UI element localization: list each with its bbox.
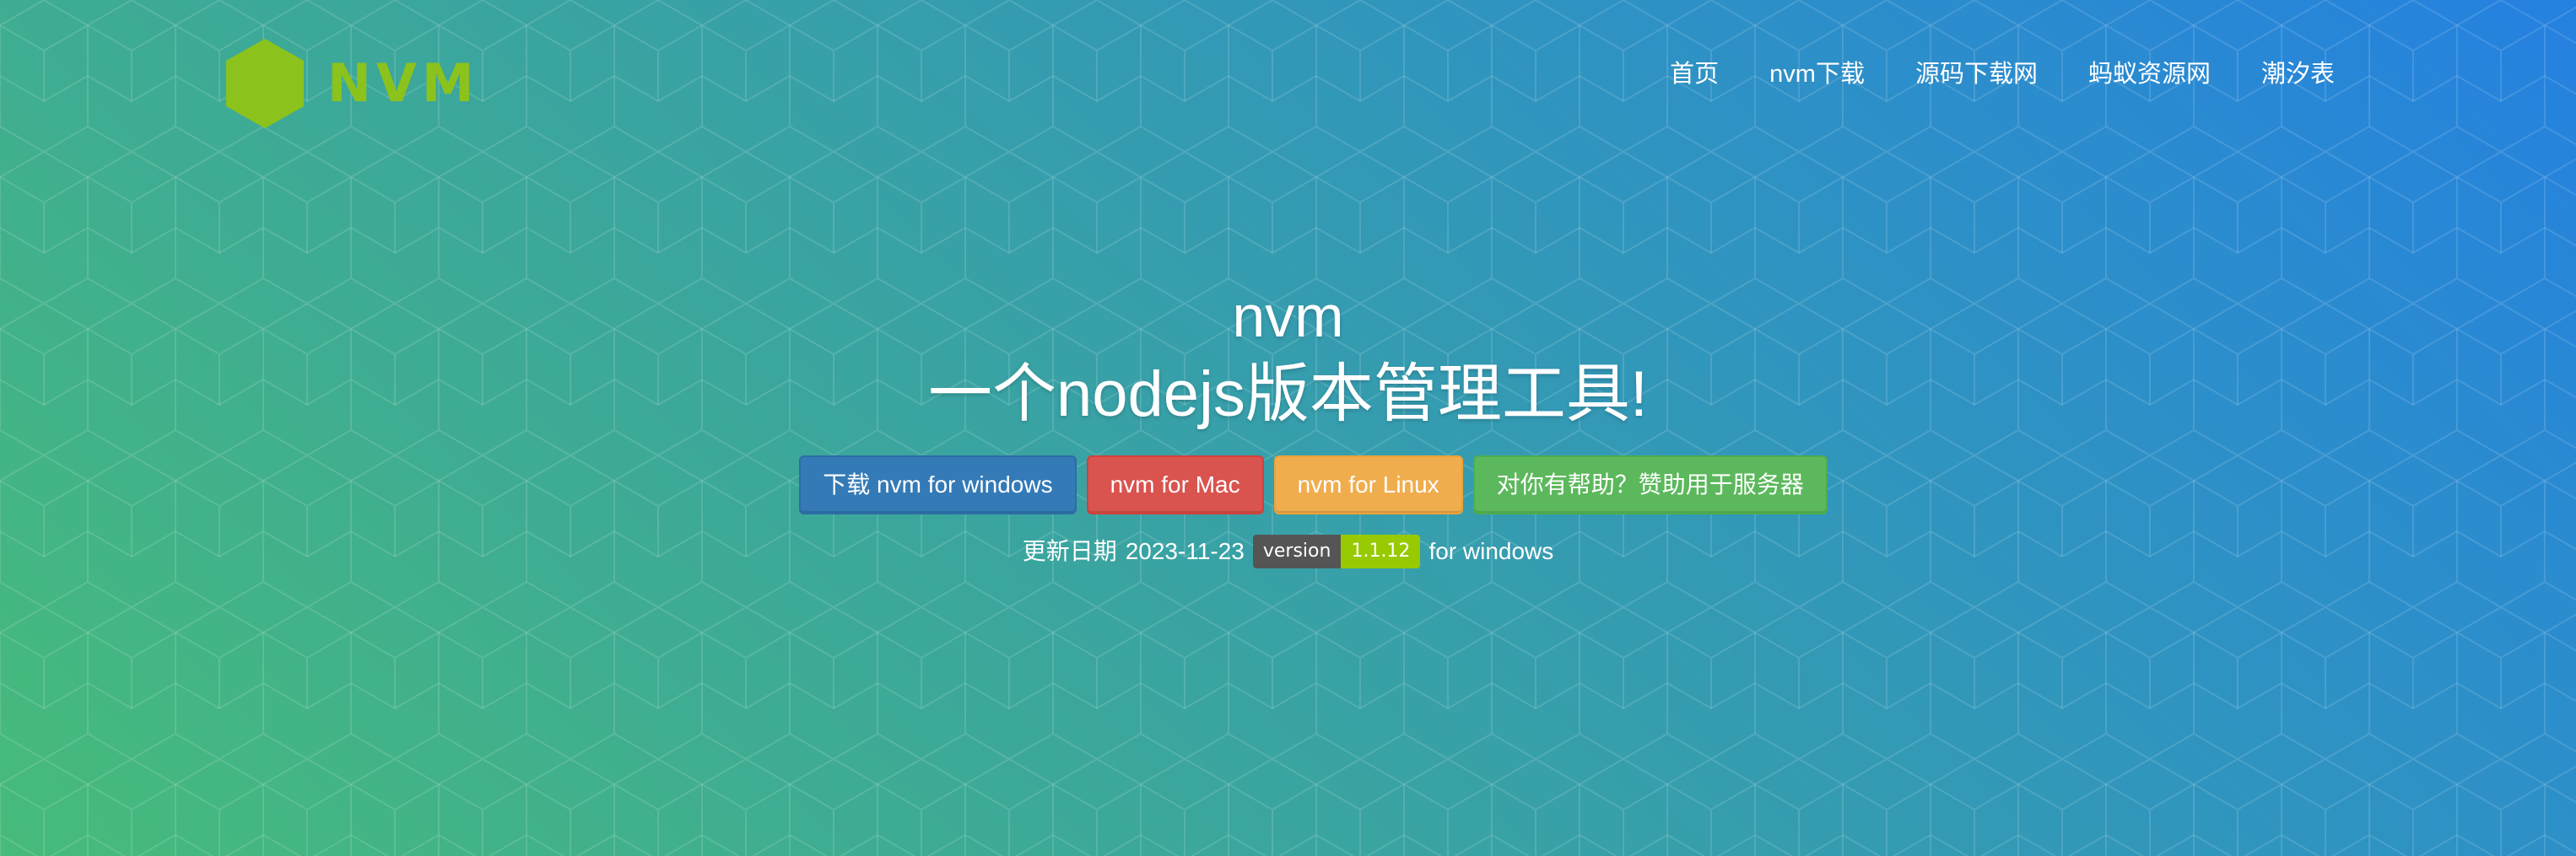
version-badge-value: 1.1.12 — [1341, 535, 1421, 568]
site-header: NVM 首页 nvm下载 源码下载网 蚂蚁资源网 潮汐表 — [0, 0, 2576, 160]
sponsor-button[interactable]: 对你有帮助？赞助用于服务器 — [1472, 455, 1828, 514]
version-badge-label: version — [1252, 535, 1342, 568]
download-linux-button[interactable]: nvm for Linux — [1273, 455, 1463, 514]
main-nav: 首页 nvm下载 源码下载网 蚂蚁资源网 潮汐表 — [1670, 54, 2335, 94]
nav-link-home[interactable]: 首页 — [1670, 54, 1719, 94]
update-date-label: 更新日期 — [1022, 538, 1117, 564]
nav-link-nvm-download[interactable]: nvm下载 — [1769, 54, 1865, 94]
nav-link-source-download[interactable]: 源码下载网 — [1915, 54, 2038, 94]
hero-title: nvm — [1232, 283, 1344, 349]
site-logo[interactable]: NVM — [224, 37, 479, 130]
hero-section: nvm 一个nodejs版本管理工具! 下载 nvm for windows n… — [0, 278, 2576, 570]
update-info: 更新日期 2023-11-23 version 1.1.12 for windo… — [0, 533, 2576, 570]
update-date: 2023-11-23 — [1125, 538, 1245, 564]
nav-link-tide-table[interactable]: 潮汐表 — [2261, 54, 2335, 94]
hero-subtitle: 一个nodejs版本管理工具! — [927, 358, 1649, 430]
download-mac-button[interactable]: nvm for Mac — [1086, 455, 1264, 514]
logo-text: NVM — [327, 52, 479, 114]
platform-suffix: for windows — [1428, 538, 1554, 564]
version-badge: version 1.1.12 — [1252, 535, 1421, 568]
download-buttons: 下载 nvm for windows nvm for Mac nvm for L… — [0, 455, 2576, 514]
download-windows-button[interactable]: 下载 nvm for windows — [799, 455, 1077, 514]
nodejs-hexagon-icon — [226, 39, 304, 128]
nav-link-ant-resources[interactable]: 蚂蚁资源网 — [2088, 54, 2211, 94]
